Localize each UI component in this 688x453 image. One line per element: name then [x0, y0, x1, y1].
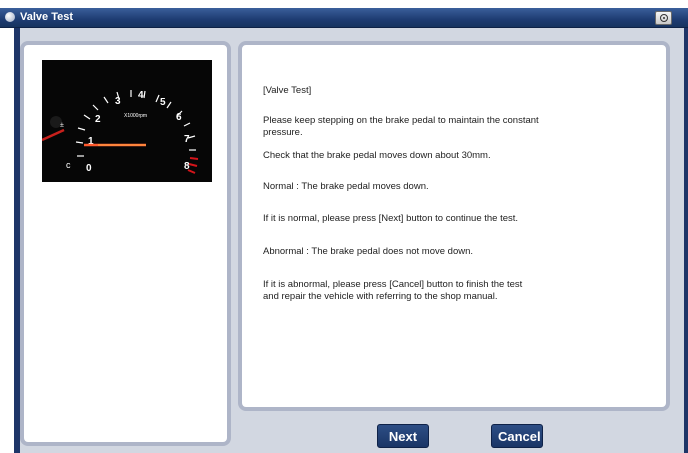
- camera-icon[interactable]: [655, 11, 672, 25]
- gauge-tick-2: 2: [95, 114, 101, 125]
- msg-check: Check that the brake pedal moves down ab…: [263, 150, 491, 161]
- msg-normal: Normal : The brake pedal moves down.: [263, 181, 429, 192]
- next-button[interactable]: Next: [377, 424, 429, 448]
- window-title: Valve Test: [20, 11, 73, 23]
- cancel-button[interactable]: Cancel: [491, 424, 543, 448]
- title-bar: Valve Test: [0, 8, 688, 28]
- svg-text:c: c: [66, 160, 71, 170]
- gauge-tick-7: 7: [184, 134, 190, 145]
- gauge-tick-4: 4: [138, 90, 144, 101]
- svg-text:±: ±: [60, 122, 64, 129]
- message-panel: [Valve Test] Please keep stepping on the…: [238, 41, 670, 411]
- msg-instruction: Please keep stepping on the brake pedal …: [263, 115, 539, 138]
- message-text: [Valve Test] Please keep stepping on the…: [263, 85, 663, 303]
- msg-abnormal-action: If it is abnormal, please press [Cancel]…: [263, 279, 523, 302]
- tachometer-image: 0 1 2 3 4 5 6 7 8 X1000rpm c ±: [42, 60, 212, 182]
- image-panel: 0 1 2 3 4 5 6 7 8 X1000rpm c ±: [20, 41, 231, 446]
- gauge-unit-label: X1000rpm: [124, 113, 147, 119]
- tachometer-graphic: 0 1 2 3 4 5 6 7 8 X1000rpm c ±: [42, 90, 199, 174]
- gauge-tick-0: 0: [86, 163, 92, 174]
- msg-normal-action: If it is normal, please press [Next] but…: [263, 213, 519, 224]
- gauge-tick-5: 5: [160, 97, 166, 108]
- app-icon: [5, 12, 15, 22]
- msg-heading: [Valve Test]: [263, 85, 312, 96]
- gauge-tick-6: 6: [176, 112, 182, 123]
- gauge-tick-8: 8: [184, 161, 190, 172]
- gauge-tick-3: 3: [115, 96, 121, 107]
- msg-abnormal: Abnormal : The brake pedal does not move…: [263, 246, 474, 257]
